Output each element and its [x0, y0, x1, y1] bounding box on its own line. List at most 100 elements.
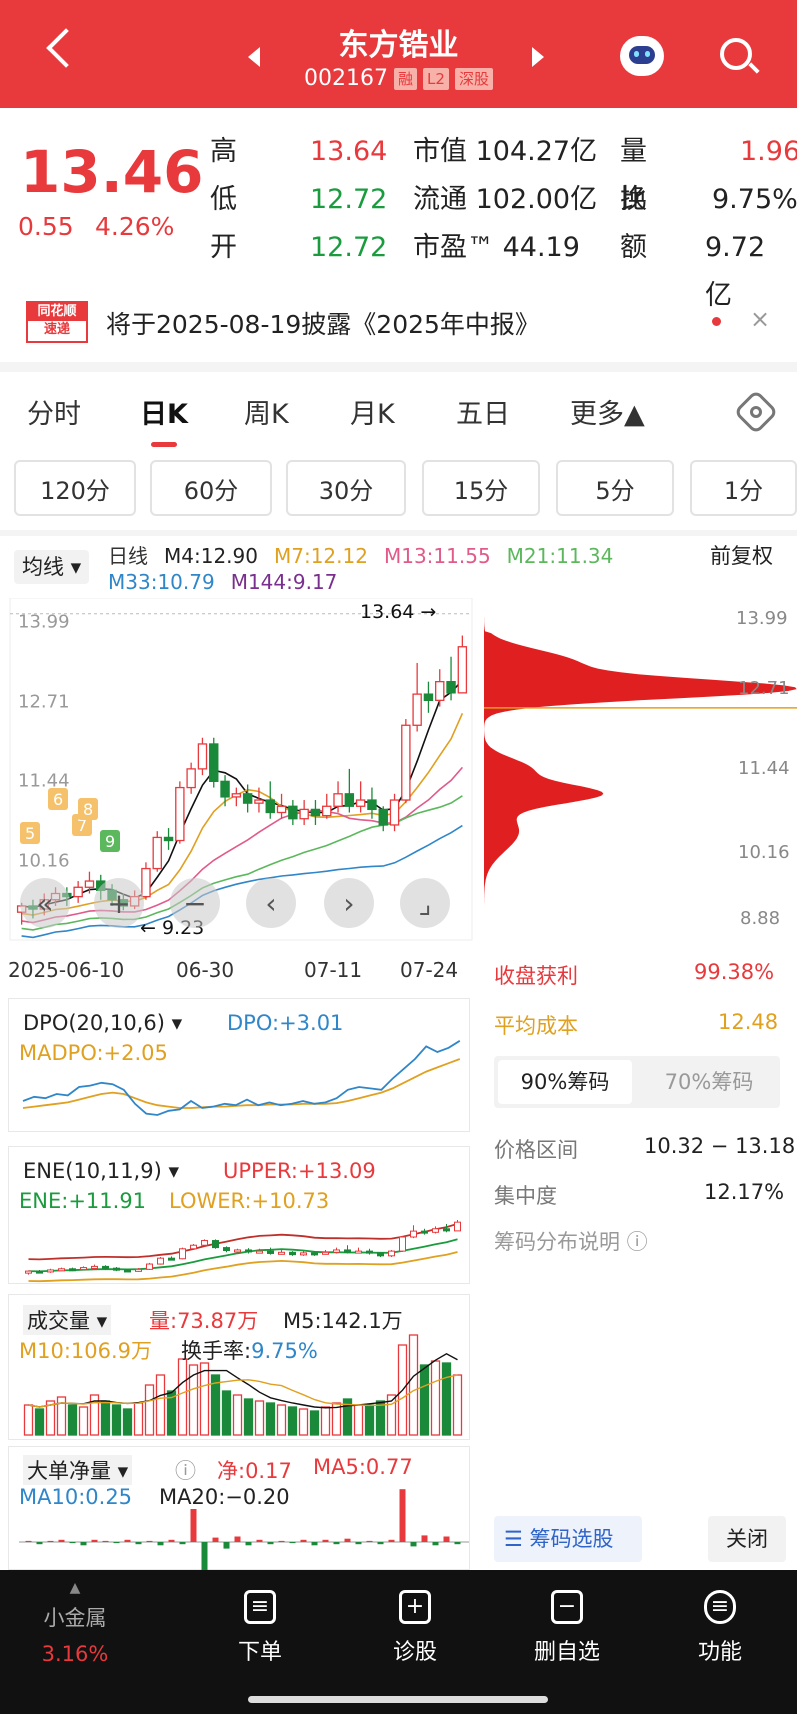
- settings-icon[interactable]: [733, 389, 779, 435]
- ene-candle-body: [388, 1250, 395, 1257]
- big-order-bar: [333, 1542, 340, 1545]
- ene-candle-body: [399, 1236, 406, 1252]
- tab-daily-k[interactable]: 日K: [140, 392, 188, 431]
- label-turnover: 换: [620, 184, 647, 215]
- adjust-mode[interactable]: 前复权: [710, 540, 773, 570]
- price-range-label: 价格区间: [494, 1138, 578, 1162]
- volume-bar: [430, 1360, 441, 1436]
- diagnose-button[interactable]: + 诊股: [360, 1590, 470, 1666]
- big-order-indicator-name[interactable]: 大单净量 ▾: [23, 1455, 133, 1485]
- unread-dot-icon: [712, 317, 721, 326]
- tab-more[interactable]: 更多▲: [570, 392, 645, 431]
- volume-bar: [221, 1390, 232, 1436]
- scroll-left-icon[interactable]: ‹: [246, 878, 296, 928]
- big-order-bar: [300, 1539, 307, 1542]
- tab-monthly-k[interactable]: 月K: [350, 392, 395, 431]
- close-chip-button[interactable]: 关闭: [708, 1516, 786, 1562]
- ene-mid: ENE:+11.91: [19, 1189, 147, 1213]
- scroll-right-icon[interactable]: ›: [324, 878, 374, 928]
- big-order-bar: [311, 1542, 318, 1546]
- chip-tab-90[interactable]: 90%筹码: [498, 1060, 632, 1104]
- diagnose-icon: +: [399, 1590, 431, 1624]
- tab-intraday[interactable]: 分时: [27, 392, 81, 431]
- label-pe: 市盈™: [413, 232, 494, 263]
- document-icon: ≡: [244, 1590, 276, 1624]
- candle-body: [141, 867, 151, 898]
- tab-weekly-k[interactable]: 周K: [244, 392, 289, 431]
- big-order-net: 净:0.17: [217, 1459, 292, 1483]
- ma-legend-line1: 日线 M4:12.90 M7:12.12 M13:11.55 M21:11.34: [108, 540, 629, 569]
- big-order-bar: [91, 1539, 98, 1542]
- ene-candle-body: [36, 1270, 43, 1274]
- candle-body: [412, 693, 422, 726]
- candle-body: [299, 808, 309, 820]
- assistant-robot-icon[interactable]: [620, 36, 664, 76]
- ene-candle-body: [344, 1249, 351, 1253]
- big-order-bar: [289, 1542, 296, 1544]
- big-order-bar: [399, 1489, 406, 1542]
- remove-icon: −: [551, 1590, 583, 1624]
- big-order-panel: 大单净量 ▾ ⓘ 净:0.17 MA5:0.77 MA10:0.25 MA20:…: [8, 1446, 470, 1571]
- price-change-pct: 4.26%: [95, 212, 175, 241]
- zoom-out-far-icon[interactable]: «: [20, 878, 70, 928]
- interval-120min[interactable]: 120分: [14, 460, 136, 516]
- label-low: 低: [210, 184, 237, 215]
- interval-1min[interactable]: 1分: [690, 460, 797, 516]
- order-button[interactable]: ≡ 下单: [205, 1590, 315, 1666]
- ma-legend-item-2: M7:12.12: [273, 544, 368, 568]
- volume-bar: [254, 1400, 265, 1436]
- function-button[interactable]: ≡ 功能: [665, 1590, 775, 1666]
- event-marker-label-4: 5: [25, 824, 35, 843]
- ene-candle-body: [69, 1268, 76, 1272]
- sector-quote[interactable]: ▲ 小金属 3.16%: [20, 1580, 130, 1666]
- ma-legend-line2: M33:10.79 M144:9.17: [108, 570, 353, 594]
- marketcap: 市值 104.27亿: [413, 128, 597, 176]
- interval-5min[interactable]: 5分: [556, 460, 674, 516]
- candle-body: [288, 805, 298, 820]
- ma-selector[interactable]: 均线 ▾: [14, 550, 90, 584]
- fullscreen-icon[interactable]: ⌟: [400, 878, 450, 928]
- chip-stock-select-button[interactable]: ☰ 筹码选股: [494, 1516, 642, 1562]
- chip-tab-70[interactable]: 70%筹码: [642, 1060, 776, 1104]
- big-order-bar: [454, 1542, 461, 1545]
- volume-indicator-name[interactable]: 成交量 ▾: [23, 1305, 112, 1335]
- volume-bar: [177, 1358, 188, 1436]
- ene-candle-body: [267, 1250, 274, 1254]
- notice-text: 将于2025-08-19披露《2025年中报》: [106, 310, 540, 339]
- date-tick-0: 2025-06-10: [8, 958, 125, 982]
- y-tick-2: 11.44: [738, 758, 790, 779]
- big-order-bar: [410, 1542, 417, 1547]
- ene-candle-body: [289, 1251, 296, 1256]
- big-order-bar: [179, 1542, 186, 1545]
- big-order-bar: [212, 1537, 219, 1542]
- candle-body: [163, 836, 174, 842]
- list-icon: ☰: [504, 1527, 523, 1551]
- ene-indicator-name[interactable]: ENE(10,11,9) ▾: [23, 1159, 179, 1183]
- event-marker-label-2: 8: [83, 800, 93, 819]
- interval-15min[interactable]: 15分: [422, 460, 540, 516]
- notice-bar[interactable]: 同花顺 速递 将于2025-08-19披露《2025年中报》 ×: [0, 283, 797, 353]
- interval-60min[interactable]: 60分: [150, 460, 272, 516]
- profit-value: 99.38%: [694, 960, 775, 984]
- volume-bar: [122, 1408, 133, 1436]
- chip-explain-link[interactable]: 筹码分布说明 ⓘ: [494, 1226, 648, 1256]
- y-tick-4: 8.88: [740, 908, 781, 929]
- concentration-value: 12.17%: [704, 1180, 785, 1204]
- candle-body: [265, 799, 275, 814]
- search-icon[interactable]: [720, 38, 760, 74]
- zoom-out-icon[interactable]: −: [170, 878, 220, 928]
- volume-bar: [309, 1410, 320, 1436]
- tab-five-day[interactable]: 五日: [456, 392, 510, 431]
- big-order-bar: [443, 1536, 450, 1542]
- volume-bar: [78, 1406, 89, 1436]
- volume-bar: [276, 1404, 287, 1436]
- candle-body: [276, 805, 287, 814]
- float-cap: 流通 102.00亿: [413, 176, 597, 224]
- big-order-bar: [58, 1539, 65, 1542]
- remove-watchlist-button[interactable]: − 删自选: [512, 1590, 622, 1666]
- zoom-in-icon[interactable]: +: [94, 878, 144, 928]
- ma-line-4: [21, 679, 463, 909]
- close-icon[interactable]: ×: [750, 305, 770, 333]
- interval-30min[interactable]: 30分: [286, 460, 406, 516]
- help-icon[interactable]: ⓘ: [175, 1455, 196, 1485]
